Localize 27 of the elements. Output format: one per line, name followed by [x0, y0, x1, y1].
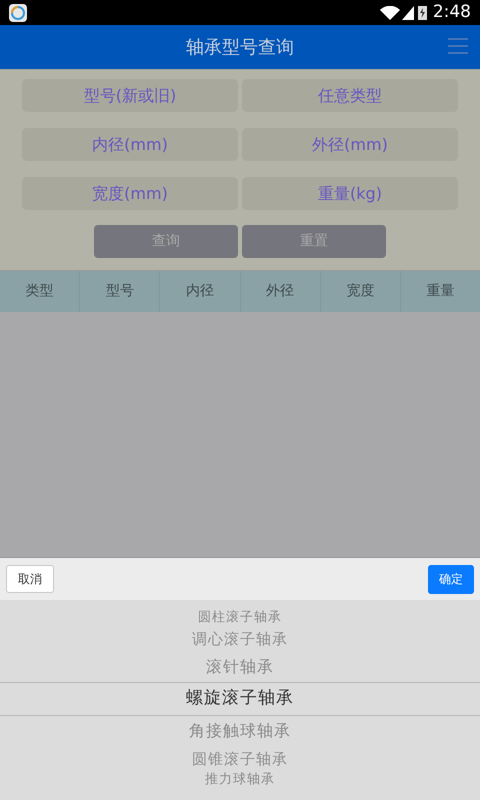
column-header: 外径: [240, 271, 320, 312]
input-field[interactable]: 型号(新或旧): [22, 79, 238, 112]
signal-icon: [402, 6, 414, 20]
picker-option[interactable]: 圆锥滚子轴承: [0, 746, 480, 772]
column-header: 宽度: [320, 271, 400, 312]
status-time: 2:48: [432, 0, 471, 24]
picker-option[interactable]: 滚针轴承: [0, 652, 480, 682]
column-header: 重量: [400, 271, 480, 312]
input-field[interactable]: 外径(mm): [242, 128, 458, 161]
column-header: 类型: [24, 282, 55, 301]
picker-option[interactable]: 推力球轴承: [0, 772, 480, 788]
app-title: 轴承型号查询: [186, 36, 294, 60]
picker-option[interactable]: 螺旋滚子轴承: [0, 682, 480, 716]
battery-icon: [418, 5, 427, 20]
input-field[interactable]: 内径(mm): [22, 128, 238, 161]
cancel-button[interactable]: 取消: [6, 565, 54, 593]
picker-option[interactable]: 圆柱滚子轴承: [0, 610, 480, 626]
input-field[interactable]: 任意类型: [242, 79, 458, 112]
column-header: 内径: [159, 271, 240, 312]
wifi-icon: [380, 6, 400, 20]
column-header: 型号: [79, 271, 160, 312]
picker-option[interactable]: 角接触球轴承: [0, 716, 480, 746]
confirm-button[interactable]: 确定: [428, 564, 474, 594]
app-icon[interactable]: [9, 4, 27, 22]
picker-option[interactable]: 调心滚子轴承: [0, 626, 480, 652]
input-field[interactable]: 宽度(mm): [22, 177, 238, 210]
input-field[interactable]: 重量(kg): [242, 177, 458, 210]
